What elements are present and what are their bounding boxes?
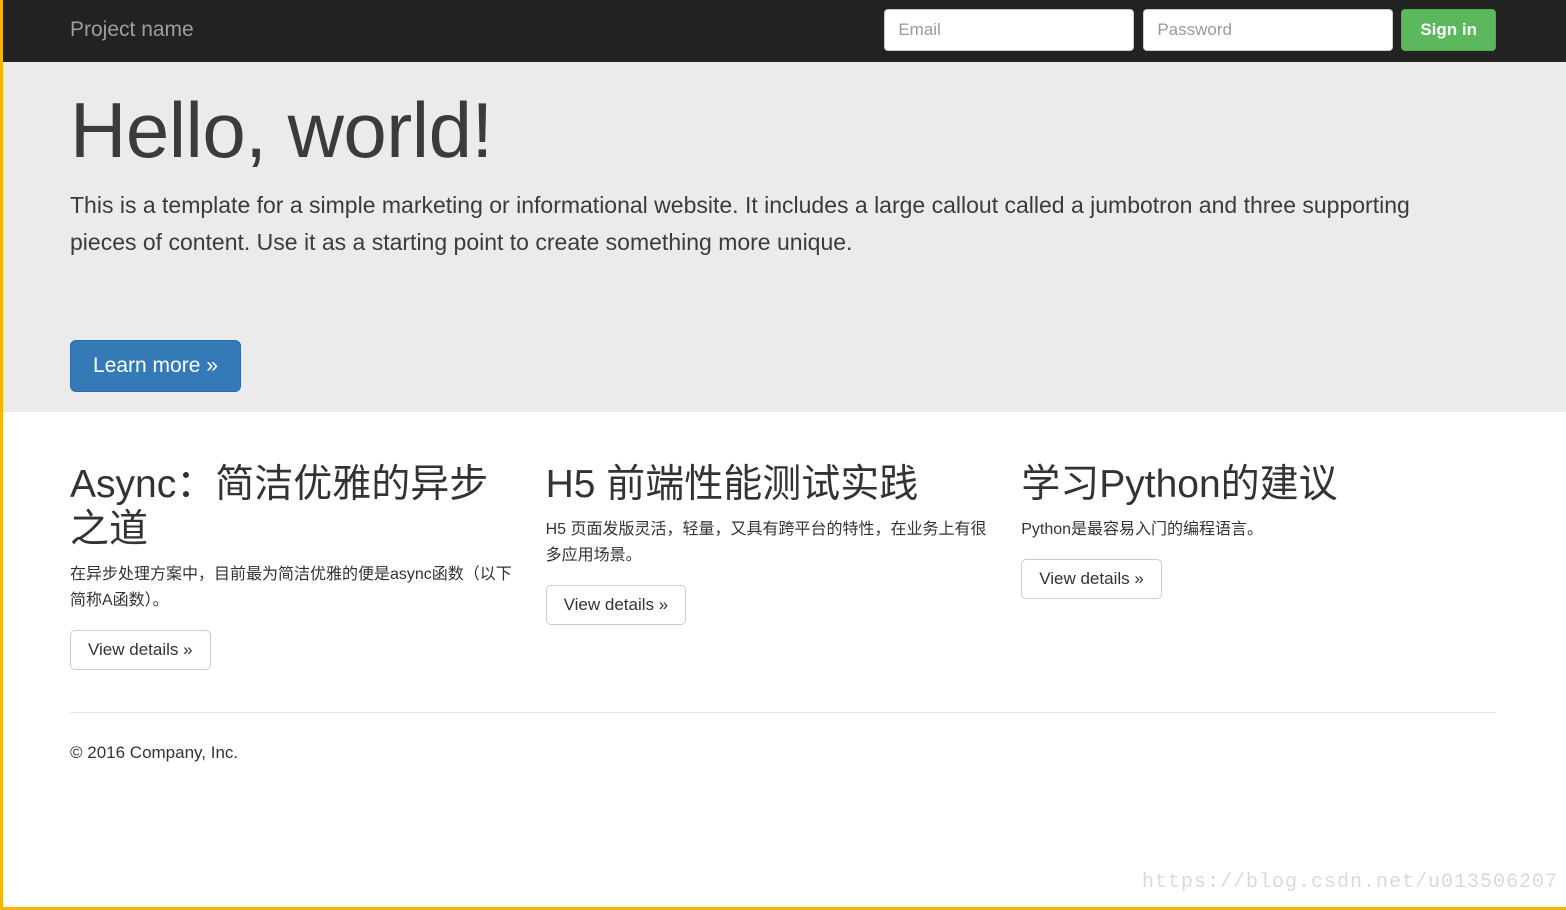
column-title: H5 前端性能测试实践 [545,463,919,506]
column-description: H5 页面发版灵活，轻量，又具有跨平台的特性，在业务上有很多应用场景。 [545,521,987,564]
signin-form: Sign in [884,9,1496,51]
jumbotron-lead-text: This is a template for a simple marketin… [70,192,1410,255]
jumbotron: Hello, world! This is a template for a s… [0,62,1566,412]
navbar-brand[interactable]: Project name [70,16,194,44]
watermark-url: https://blog.csdn.net/u013506207 [1141,871,1558,894]
content-column-1: Async：简洁优雅的异步之道 在异步处理方案中，目前最为简洁优雅的便是asyn… [70,462,546,670]
sign-in-button[interactable]: Sign in [1401,9,1496,51]
learn-more-button[interactable]: Learn more » [70,340,241,392]
password-field[interactable] [1143,9,1394,51]
email-field[interactable] [884,9,1135,51]
top-navbar: Project name Sign in [0,0,1566,62]
view-details-button-3[interactable]: View details » [1021,559,1162,599]
page-title: Hello, world! [70,86,493,174]
column-description: 在异步处理方案中，目前最为简洁优雅的便是async函数（以下简称A函数）。 [70,566,512,609]
page-footer: © 2016 Company, Inc. [70,712,1496,765]
content-column-3: 学习Python的建议 Python是最容易入门的编程语言。 View deta… [1021,462,1496,670]
view-details-button-1[interactable]: View details » [70,630,211,670]
column-description: Python是最容易入门的编程语言。 [1021,521,1264,538]
column-title: 学习Python的建议 [1021,463,1338,506]
view-details-button-2[interactable]: View details » [545,585,687,625]
footer-copyright: © 2016 Company, Inc. [70,743,239,762]
content-row: Async：简洁优雅的异步之道 在异步处理方案中，目前最为简洁优雅的便是asyn… [70,462,1496,670]
content-column-2: H5 前端性能测试实践 H5 页面发版灵活，轻量，又具有跨平台的特性，在业务上有… [545,462,1022,670]
column-title: Async：简洁优雅的异步之道 [70,463,489,551]
